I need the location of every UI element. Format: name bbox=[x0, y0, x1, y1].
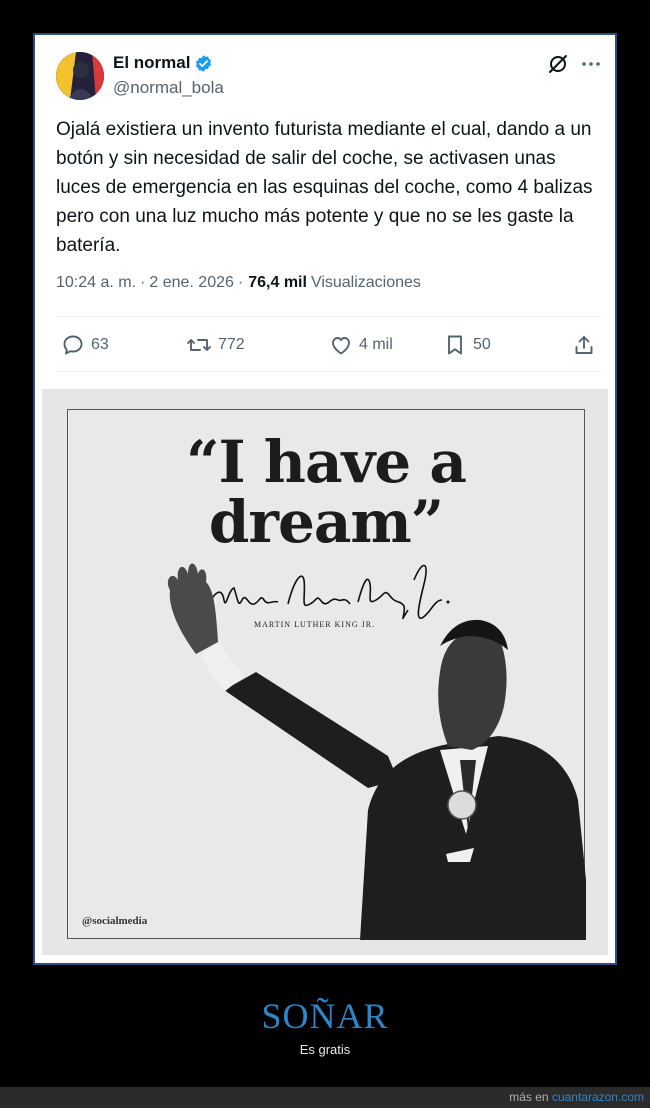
bookmark-count: 50 bbox=[473, 336, 491, 353]
caption-subtitle: Es gratis bbox=[299, 1042, 351, 1057]
reply-count: 63 bbox=[91, 336, 109, 353]
footer-bar: más en cuantarazon.com bbox=[0, 1087, 650, 1108]
avatar[interactable] bbox=[56, 52, 104, 100]
tweet-text: Ojalá existiera un invento futurista med… bbox=[56, 119, 593, 256]
like-count: 4 mil bbox=[359, 336, 393, 353]
image-credit: @socialmedia bbox=[82, 915, 148, 927]
views-count: 76,4 mil bbox=[248, 274, 307, 291]
grok-icon[interactable] bbox=[547, 53, 569, 75]
post-frame: El normal @normal_bola Ojalá existiera u… bbox=[33, 33, 617, 965]
portrait-photo bbox=[167, 563, 586, 940]
views-label: Visualizaciones bbox=[310, 274, 421, 291]
share-icon bbox=[575, 336, 593, 354]
display-name[interactable]: El normal bbox=[113, 53, 190, 73]
repost-icon bbox=[187, 339, 211, 351]
meta-separator: · bbox=[140, 274, 146, 291]
reply-button[interactable]: 63 bbox=[61, 327, 109, 363]
meta-separator: · bbox=[237, 274, 244, 291]
bookmark-icon bbox=[448, 335, 462, 355]
reply-icon bbox=[63, 335, 83, 355]
repost-count: 772 bbox=[218, 336, 245, 353]
action-bar: 63 772 4 mil 50 bbox=[56, 327, 601, 363]
footer-site[interactable]: cuantarazon.com bbox=[552, 1090, 644, 1104]
divider bbox=[56, 371, 601, 372]
author-handle[interactable]: @normal_bola bbox=[113, 78, 224, 98]
repost-button[interactable]: 772 bbox=[186, 327, 245, 363]
footer-link[interactable]: más en cuantarazon.com bbox=[509, 1090, 644, 1104]
tweet-time[interactable]: 10:24 a. m. bbox=[56, 274, 136, 292]
caption-title: SOÑAR bbox=[261, 996, 389, 1036]
divider bbox=[56, 316, 601, 317]
footer-prefix: más en bbox=[509, 1090, 549, 1104]
attached-image[interactable]: “I have a dream” MARTIN LUTHER KING JR. bbox=[42, 389, 608, 955]
tweet-card[interactable]: El normal @normal_bola Ojalá existiera u… bbox=[35, 35, 615, 387]
more-icon[interactable] bbox=[580, 53, 602, 75]
author-name-row[interactable]: El normal bbox=[113, 53, 213, 73]
tweet-meta: 10:24 a. m. · 2 ene. 2026 · 76,4 mil Vis… bbox=[56, 274, 421, 292]
poster-border: “I have a dream” MARTIN LUTHER KING JR. bbox=[67, 409, 586, 940]
share-button[interactable] bbox=[572, 327, 596, 363]
like-button[interactable]: 4 mil bbox=[329, 327, 393, 363]
verified-badge-icon bbox=[194, 54, 213, 73]
tweet-date[interactable]: 2 ene. 2026 bbox=[149, 274, 234, 292]
bookmark-button[interactable]: 50 bbox=[443, 327, 491, 363]
like-icon bbox=[332, 337, 350, 355]
